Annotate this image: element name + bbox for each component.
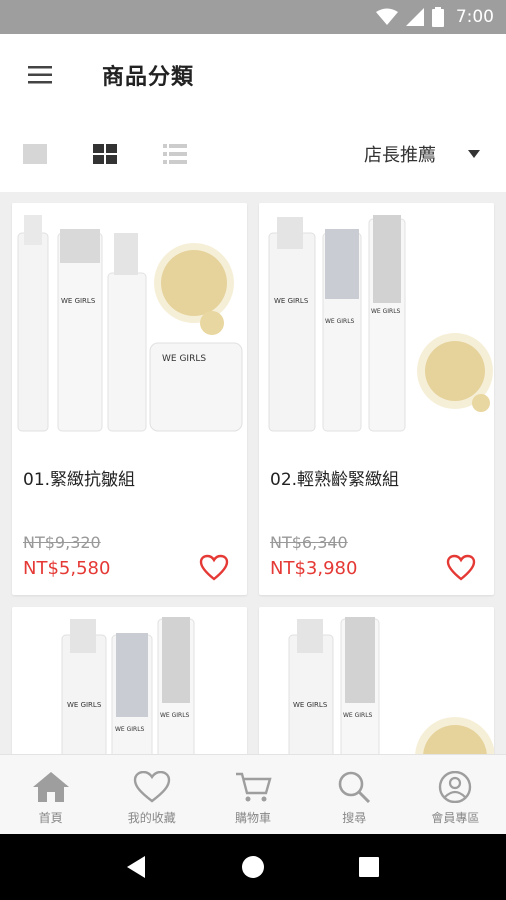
brand-label: WE GIRLS [293,701,328,709]
product-grid: WE GIRLS WE GIRLS 01.緊緻抗皺組 NT$9,320 NT$5… [0,192,506,754]
status-bar: 7:00 [0,0,506,34]
product-sale-price: NT$3,980 [270,558,358,579]
hamburger-menu-icon [28,66,52,84]
product-card[interactable]: WE GIRLS WE GIRLS [259,607,494,754]
nav-label: 購物車 [235,811,272,825]
nav-home[interactable]: 首頁 [0,755,101,834]
brand-label: WE GIRLS [325,318,355,325]
home-icon [32,772,69,802]
product-sale-price: NT$5,580 [23,558,111,579]
dropdown-arrow-icon [468,150,480,158]
recents-icon[interactable] [359,857,379,877]
product-image: WE GIRLS WE GIRLS [12,203,247,443]
sort-dropdown[interactable]: 店長推薦 [364,141,480,167]
single-view-icon [23,144,47,164]
bottom-nav: 首頁 我的收藏 購物車 搜尋 會員專區 [0,754,506,834]
brand-label: WE GIRLS [162,354,206,364]
back-icon[interactable] [127,856,147,878]
app-bar: 商品分類 [0,34,506,116]
brand-label: WE GIRLS [67,701,102,709]
user-icon [439,771,472,803]
brand-label: WE GIRLS [115,726,145,733]
heart-outline-icon [446,554,476,581]
product-name: 02.輕熟齡緊緻組 [270,470,400,490]
list-view-button[interactable] [140,129,210,179]
nav-search[interactable]: 搜尋 [304,755,405,834]
single-view-button[interactable] [0,129,70,179]
nav-label: 我的收藏 [127,811,176,825]
status-time: 7:00 [455,7,494,27]
product-original-price: NT$9,320 [23,533,101,552]
product-image: WE GIRLS WE GIRLS WE GIRLS [12,607,247,754]
brand-label: WE GIRLS [343,712,373,719]
heart-outline-icon [199,554,229,581]
view-toolbar: 店長推薦 [0,116,506,192]
battery-icon [431,7,444,27]
nav-label: 搜尋 [342,811,367,825]
favorite-button[interactable] [197,551,231,583]
system-nav-bar [0,834,506,900]
product-card[interactable]: WE GIRLS WE GIRLS 01.緊緻抗皺組 NT$9,320 NT$5… [12,203,247,595]
product-card[interactable]: WE GIRLS WE GIRLS WE GIRLS [12,607,247,754]
grid-view-icon [93,144,117,164]
favorite-button[interactable] [444,551,478,583]
menu-button[interactable] [0,34,80,116]
grid-view-button[interactable] [70,129,140,179]
nav-cart[interactable]: 購物車 [202,755,303,834]
brand-label: WE GIRLS [160,712,190,719]
home-circle-icon[interactable] [241,855,265,879]
nav-member[interactable]: 會員專區 [405,755,506,834]
list-view-icon [163,144,187,164]
product-card[interactable]: WE GIRLS WE GIRLS WE GIRLS 02.輕熟齡緊緻組 NT$… [259,203,494,595]
nav-label: 會員專區 [431,811,480,825]
brand-label: WE GIRLS [371,308,401,315]
search-icon [338,771,371,803]
brand-label: WE GIRLS [274,297,309,305]
product-image: WE GIRLS WE GIRLS [259,607,494,754]
signal-icon [405,8,424,26]
wifi-icon [375,8,398,25]
nav-label: 首頁 [38,811,63,825]
product-name: 01.緊緻抗皺組 [23,470,136,490]
product-image: WE GIRLS WE GIRLS WE GIRLS [259,203,494,443]
product-original-price: NT$6,340 [270,533,348,552]
page-title: 商品分類 [102,65,195,90]
sort-selected-label: 店長推薦 [364,145,436,166]
heart-icon [133,771,170,803]
nav-favorites[interactable]: 我的收藏 [101,755,202,834]
cart-icon [236,772,272,802]
brand-label: WE GIRLS [61,297,96,305]
